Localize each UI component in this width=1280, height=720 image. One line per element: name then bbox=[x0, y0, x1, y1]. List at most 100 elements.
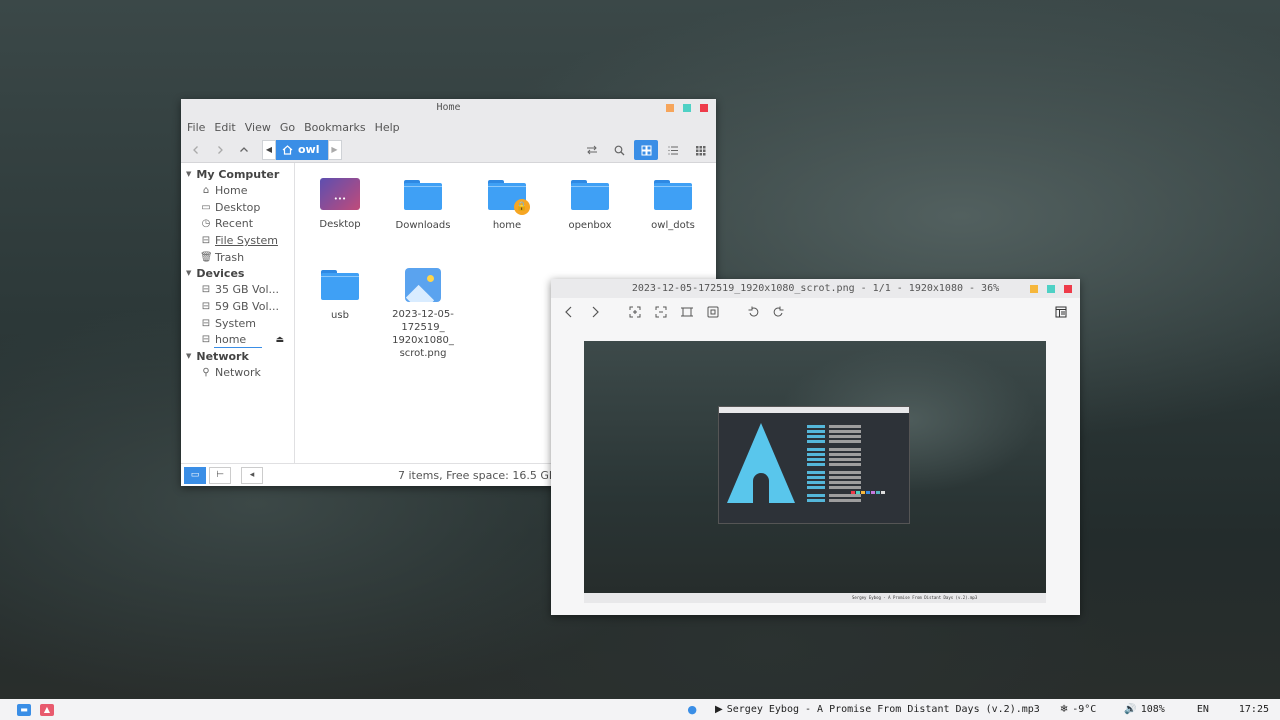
drive-icon: ⊟ bbox=[201, 300, 211, 312]
forward-button[interactable] bbox=[208, 140, 232, 160]
zoom-fit-button[interactable] bbox=[703, 306, 723, 321]
rotate-right-button[interactable] bbox=[769, 306, 789, 321]
search-button[interactable] bbox=[607, 140, 631, 160]
swap-icon bbox=[587, 145, 597, 155]
file-item-desktop[interactable]: Desktop bbox=[301, 178, 379, 231]
previous-image-button[interactable] bbox=[559, 306, 579, 321]
sidebar-item-volume-35gb[interactable]: ⊟ 35 GB Vol... bbox=[181, 281, 294, 298]
sidebar-item-recent[interactable]: ◷ Recent bbox=[181, 215, 294, 232]
caret-left-icon: ◀ bbox=[265, 145, 273, 154]
keyboard-layout[interactable]: EN bbox=[1197, 704, 1209, 715]
rotate-right-icon bbox=[773, 306, 784, 317]
sidebar-item-home-device[interactable]: ⊟ home ⏏ bbox=[181, 332, 294, 349]
image-viewer-launcher[interactable]: ▲ bbox=[40, 703, 54, 716]
next-image-button[interactable] bbox=[585, 306, 605, 321]
globe-icon[interactable]: ● bbox=[687, 703, 697, 716]
breadcrumb-right-button[interactable]: ▶ bbox=[327, 139, 342, 160]
file-manager-launcher[interactable]: ▬ bbox=[17, 703, 31, 716]
sidebar-item-label: Network bbox=[215, 366, 261, 380]
fit-window-icon bbox=[707, 306, 719, 317]
sidebar-item-label: home bbox=[215, 333, 247, 347]
chevron-right-icon bbox=[592, 306, 599, 317]
menu-edit[interactable]: Edit bbox=[214, 121, 235, 134]
snowflake-icon: ❄ bbox=[1059, 704, 1069, 715]
drive-icon: ⊟ bbox=[201, 317, 211, 329]
list-view-button[interactable] bbox=[661, 140, 685, 160]
drive-icon: ⊟ bbox=[201, 284, 211, 296]
volume-text[interactable]: 108% bbox=[1141, 704, 1165, 715]
titlebar[interactable]: Home bbox=[181, 99, 716, 117]
up-button[interactable] bbox=[232, 140, 256, 160]
image-viewer-window: 2023-12-05-172519_1920x1080_scrot.png - … bbox=[551, 279, 1080, 615]
file-item-owl-dots[interactable]: owl_dots bbox=[634, 180, 712, 232]
grid-view-icon bbox=[641, 145, 651, 155]
color-palette bbox=[851, 491, 885, 494]
speaker-icon[interactable]: 🔊 bbox=[1124, 704, 1136, 715]
displayed-screenshot-image[interactable]: Sergey Eybog - A Promise From Distant Da… bbox=[584, 341, 1046, 603]
folder-icon bbox=[321, 270, 359, 300]
status-text: 7 items, Free space: 16.5 GB bbox=[398, 468, 557, 482]
file-item-usb[interactable]: usb bbox=[301, 270, 379, 322]
toggle-location-button[interactable] bbox=[580, 140, 604, 160]
forward-arrow-icon bbox=[218, 145, 223, 154]
thumbnail-taskbar: Sergey Eybog - A Promise From Distant Da… bbox=[584, 593, 1046, 603]
play-icon[interactable]: ▶ bbox=[715, 704, 723, 715]
titlebar[interactable]: 2023-12-05-172519_1920x1080_scrot.png - … bbox=[551, 279, 1080, 298]
file-item-downloads[interactable]: Downloads bbox=[384, 180, 462, 232]
back-button[interactable] bbox=[184, 140, 208, 160]
show-places-button[interactable]: ▭ bbox=[184, 466, 206, 484]
minimize-button[interactable] bbox=[666, 104, 674, 112]
icon-view-button[interactable] bbox=[634, 140, 658, 160]
sidebar-item-network[interactable]: ⚲ Network bbox=[181, 364, 294, 381]
menu-view[interactable]: View bbox=[245, 121, 271, 134]
sidebar-item-trash[interactable]: 🗑 Trash bbox=[181, 249, 294, 266]
zoom-out-button[interactable] bbox=[651, 306, 671, 321]
caret-right-icon: ▶ bbox=[331, 145, 338, 154]
file-name: Downloads bbox=[395, 220, 451, 231]
lock-icon: 🔒 bbox=[514, 199, 530, 215]
folder-icon: ▭ bbox=[190, 470, 200, 480]
file-item-home[interactable]: 🔒 home bbox=[468, 180, 546, 232]
menu-file[interactable]: File bbox=[187, 121, 205, 134]
menu-go[interactable]: Go bbox=[280, 121, 295, 134]
sidebar-heading-devices[interactable]: ▼ Devices bbox=[181, 265, 294, 281]
file-item-screenshot[interactable]: 2023-12-05- 172519_ 1920x1080_ scrot.png bbox=[384, 268, 462, 360]
drive-icon: ⊟ bbox=[201, 234, 211, 246]
show-tree-button[interactable]: ⊢ bbox=[209, 466, 231, 484]
menu-bookmarks[interactable]: Bookmarks bbox=[304, 121, 365, 134]
thumbnail-taskbar-text: Sergey Eybog - A Promise From Distant Da… bbox=[852, 595, 978, 600]
sidebar-heading-network[interactable]: ▼ Network bbox=[181, 348, 294, 364]
heading-label: Network bbox=[196, 349, 249, 363]
folder-icon bbox=[571, 180, 609, 210]
sidebar-item-volume-59gb[interactable]: ⊟ 59 GB Vol... bbox=[181, 298, 294, 315]
menu-help[interactable]: Help bbox=[375, 121, 400, 134]
sidebar-item-desktop[interactable]: ▭ Desktop bbox=[181, 199, 294, 216]
now-playing-text[interactable]: Sergey Eybog - A Promise From Distant Da… bbox=[727, 704, 1040, 715]
sidebar-heading-my-computer[interactable]: ▼ My Computer bbox=[181, 166, 294, 182]
toolbar: ◀ owl ▶ bbox=[181, 137, 716, 163]
close-button[interactable] bbox=[700, 104, 708, 112]
home-icon bbox=[282, 144, 293, 155]
zoom-original-button[interactable] bbox=[677, 306, 697, 321]
sidebar-item-file-system[interactable]: ⊟ File System bbox=[181, 232, 294, 249]
file-item-openbox[interactable]: openbox bbox=[551, 180, 629, 232]
expand-triangle-icon: ▼ bbox=[186, 269, 192, 278]
drive-icon: ⊟ bbox=[201, 334, 211, 346]
close-button[interactable] bbox=[1064, 285, 1072, 293]
eject-icon[interactable]: ⏏ bbox=[275, 335, 284, 345]
properties-panel-button[interactable] bbox=[1051, 306, 1071, 321]
heading-label: Devices bbox=[196, 266, 245, 280]
compact-view-button[interactable] bbox=[688, 140, 712, 160]
breadcrumb-owl[interactable]: owl bbox=[276, 139, 328, 160]
rotate-left-button[interactable] bbox=[743, 306, 763, 321]
sidebar-item-system[interactable]: ⊟ System bbox=[181, 315, 294, 332]
clock[interactable]: 17:25 bbox=[1239, 704, 1269, 715]
hide-sidebar-button[interactable]: ◂ bbox=[241, 466, 263, 484]
file-name: owl_dots bbox=[651, 220, 695, 231]
minimize-button[interactable] bbox=[1030, 285, 1038, 293]
sidebar-item-home[interactable]: ⌂ Home bbox=[181, 182, 294, 199]
maximize-button[interactable] bbox=[683, 104, 691, 112]
zoom-in-button[interactable] bbox=[625, 306, 645, 321]
maximize-button[interactable] bbox=[1047, 285, 1055, 293]
breadcrumb-left-button[interactable]: ◀ bbox=[262, 139, 276, 160]
